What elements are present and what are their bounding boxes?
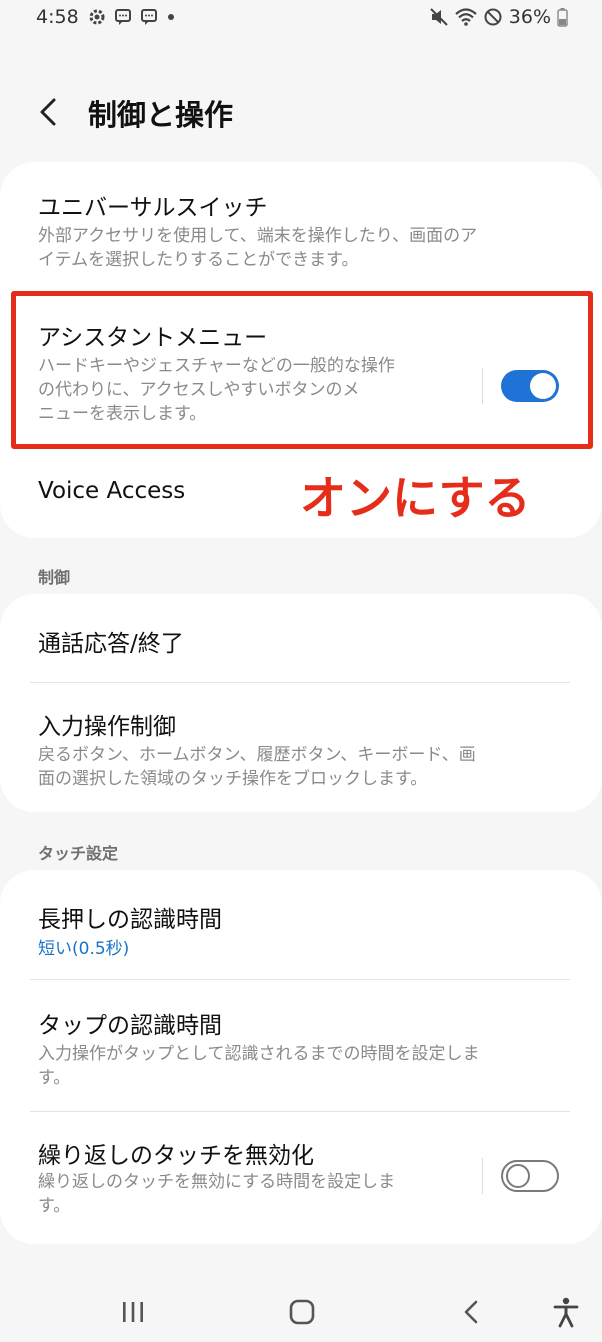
battery-icon <box>557 7 568 27</box>
item-title: 入力操作制御 <box>38 714 176 740</box>
recents-button[interactable] <box>111 1290 155 1334</box>
item-description: 外部アクセサリを使用して、端末を操作したり、画面のア イテムを選択したりすること… <box>38 226 478 270</box>
list-item-long-press-time[interactable]: 長押しの認識時間 短い(0.5秒) <box>0 870 602 978</box>
section-label-touch: タッチ設定 <box>38 844 119 863</box>
toggle-divider <box>482 1158 483 1194</box>
screen: 4:58 36% 制御と操作 ユニバーサルスイッチ 外部アクセサリを使用して、端… <box>0 0 602 1342</box>
annotation-text: オンにする <box>300 471 531 525</box>
item-title: タップの認識時間 <box>38 1013 222 1039</box>
card-control: 通話応答/終了 入力操作制御 戻るボタン、ホームボタン、履歴ボタン、キーボード、… <box>0 594 602 812</box>
message-icon-2 <box>140 8 158 26</box>
status-time: 4:58 <box>36 6 79 28</box>
item-description: 入力操作がタップとして認識されるまでの時間を設定しま す。 <box>38 1044 480 1088</box>
home-icon <box>289 1299 315 1325</box>
nav-back-button[interactable] <box>450 1290 494 1334</box>
list-item-ignore-repeated-touch[interactable]: 繰り返しのタッチを無効化 繰り返しのタッチを無効にする時間を設定しま す。 <box>0 1112 602 1242</box>
status-right-icons: 36% <box>429 6 568 28</box>
card-touch-settings: 長押しの認識時間 短い(0.5秒) タップの認識時間 入力操作がタップとして認識… <box>0 870 602 1244</box>
list-item-input-control[interactable]: 入力操作制御 戻るボタン、ホームボタン、履歴ボタン、キーボード、画 面の選択した… <box>0 683 602 811</box>
ignore-repeated-touch-toggle[interactable] <box>501 1160 559 1192</box>
app-header: 制御と操作 <box>0 84 602 144</box>
highlight-box <box>11 291 593 449</box>
chevron-left-icon <box>40 98 56 126</box>
item-title: 通話応答/終了 <box>38 631 184 657</box>
back-button[interactable] <box>32 90 72 134</box>
message-icon <box>114 8 132 26</box>
accessibility-button[interactable] <box>544 1290 588 1334</box>
list-item-call-answer-end[interactable]: 通話応答/終了 <box>0 594 602 682</box>
item-title: Voice Access <box>38 478 186 504</box>
status-left-icons <box>88 8 176 26</box>
wifi-icon <box>455 7 477 27</box>
back-icon <box>464 1300 478 1324</box>
status-bar: 4:58 36% <box>0 0 602 38</box>
item-title: ユニバーサルスイッチ <box>38 195 268 221</box>
notification-dot-icon <box>166 8 176 26</box>
item-description: 繰り返しのタッチを無効にする時間を設定しま す。 <box>38 1172 396 1216</box>
page-title: 制御と操作 <box>88 98 234 132</box>
toggle-knob <box>506 1164 530 1188</box>
list-item-tap-time[interactable]: タップの認識時間 入力操作がタップとして認識されるまでの時間を設定しま す。 <box>0 980 602 1110</box>
item-title: 長押しの認識時間 <box>38 907 222 933</box>
recents-icon <box>123 1302 143 1322</box>
item-value: 短い(0.5秒) <box>38 939 130 959</box>
battery-percent: 36% <box>508 6 551 28</box>
section-label-control: 制御 <box>38 568 71 587</box>
item-description: 戻るボタン、ホームボタン、履歴ボタン、キーボード、画 面の選択した領域のタッチ操… <box>38 745 476 789</box>
settings-gear-icon <box>88 8 106 26</box>
do-not-disturb-icon <box>483 7 503 27</box>
list-item-universal-switch[interactable]: ユニバーサルスイッチ 外部アクセサリを使用して、端末を操作したり、画面のア イテ… <box>0 162 602 288</box>
accessibility-icon <box>553 1297 579 1328</box>
navigation-bar <box>0 1280 602 1342</box>
mute-icon <box>429 7 449 27</box>
item-title: 繰り返しのタッチを無効化 <box>38 1143 314 1169</box>
home-button[interactable] <box>280 1290 324 1334</box>
